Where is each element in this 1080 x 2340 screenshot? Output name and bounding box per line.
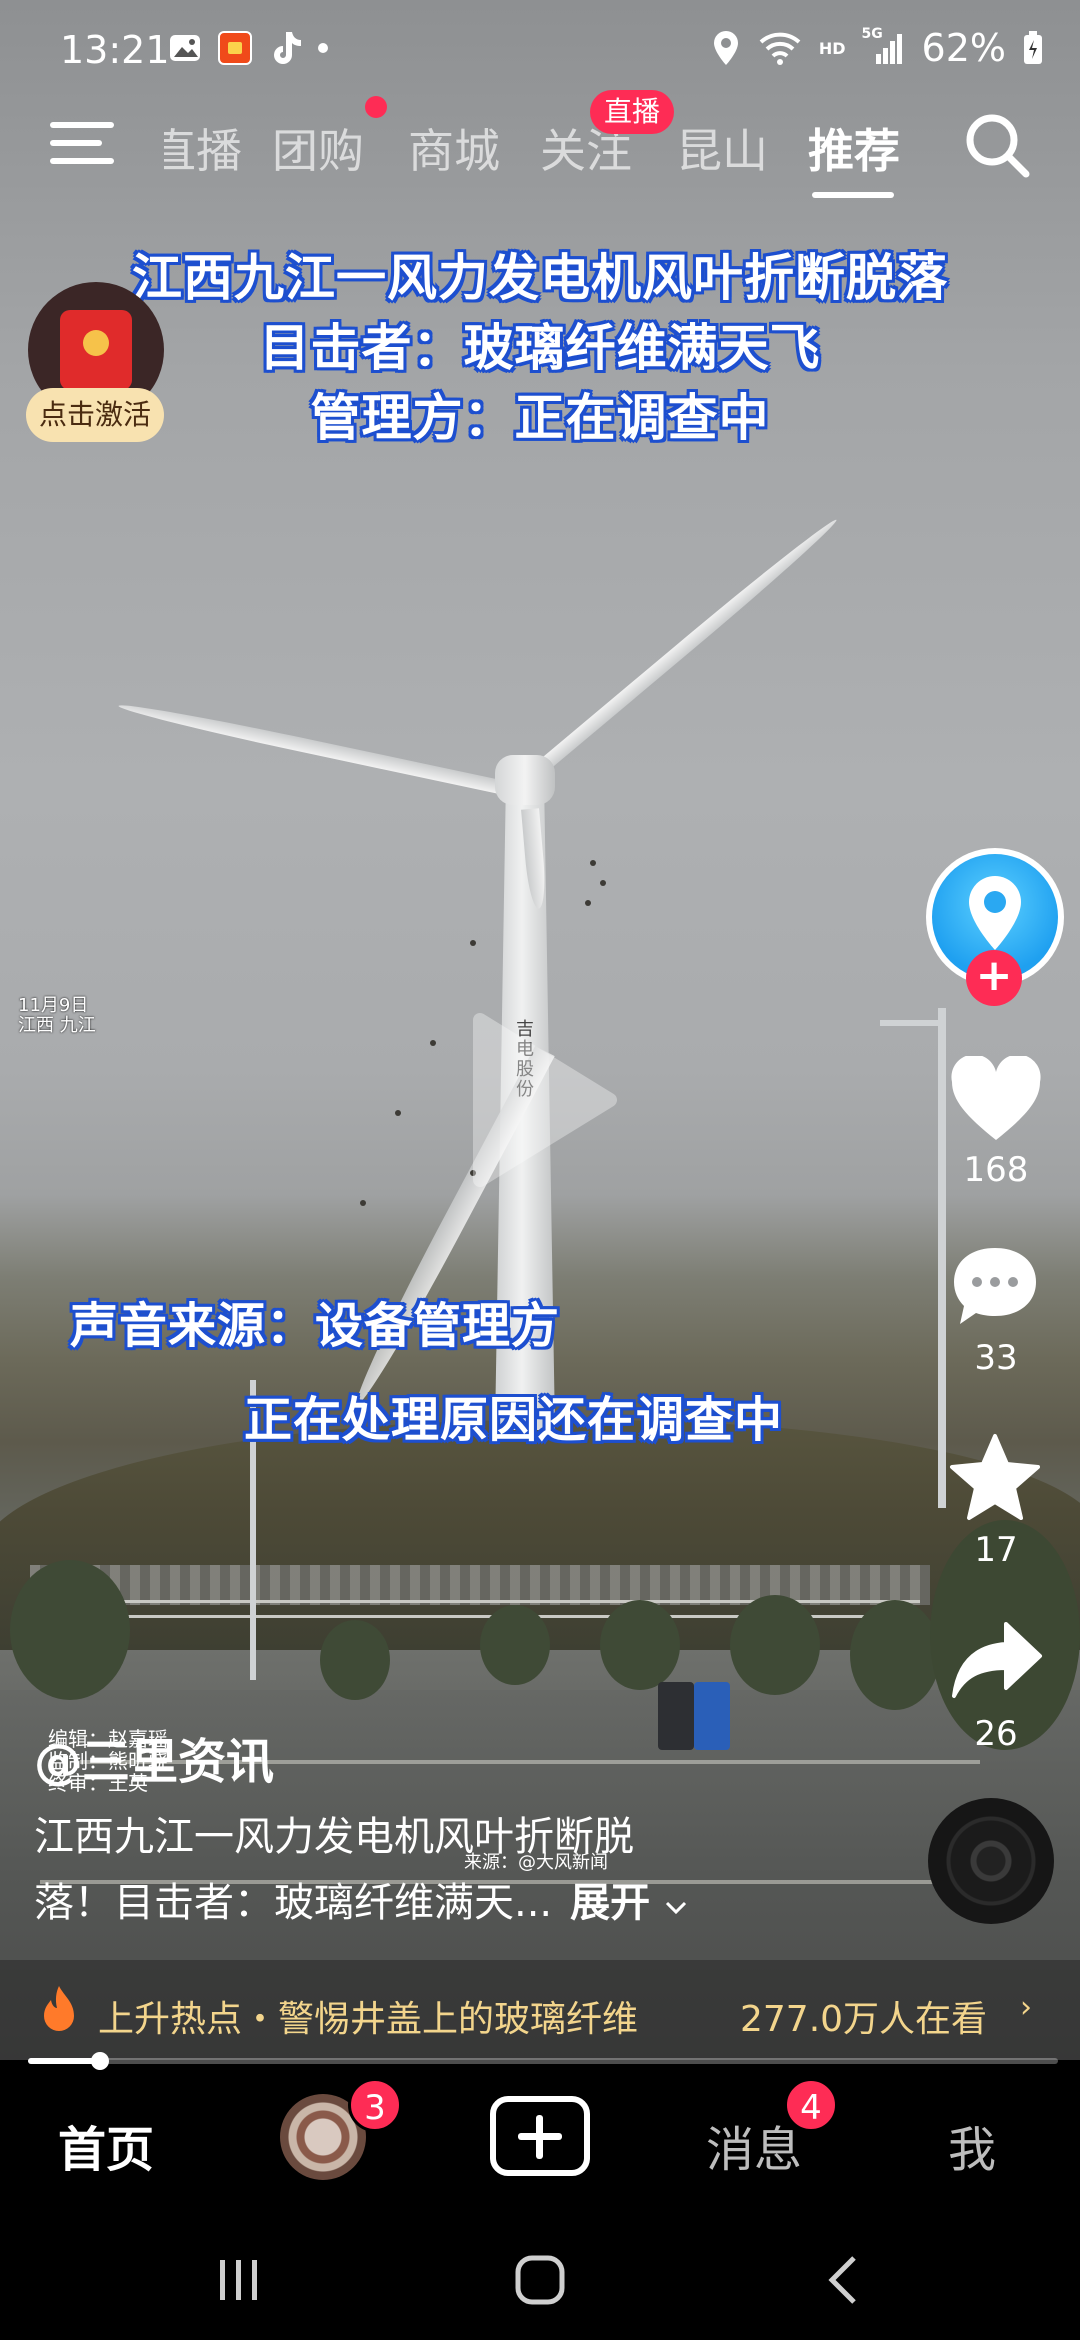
expand-label: 展开 — [570, 1880, 651, 1926]
progress-fill — [28, 2058, 101, 2064]
description-line-2-row: 落！目击者：玻璃纤维满天... 展开 — [34, 1870, 688, 1928]
nav-me[interactable]: 我 — [948, 2110, 996, 2180]
credit-editor: 编辑：赵嘉瑶 — [48, 1727, 168, 1751]
dot-icon — [318, 43, 328, 53]
coin-icon — [83, 330, 109, 356]
street-lamp — [938, 1008, 946, 1508]
subtitle-1: 声音来源：设备管理方 — [70, 1298, 561, 1354]
trending-topic[interactable]: 上升热点・警惕井盖上的玻璃纤维 — [98, 1990, 638, 2042]
search-icon[interactable] — [962, 110, 1032, 180]
location-icon — [713, 31, 738, 65]
like-heart-icon[interactable] — [948, 1056, 1044, 1144]
tab-group-buy[interactable]: 团购 — [272, 115, 364, 181]
tree — [600, 1600, 680, 1690]
tree — [850, 1600, 940, 1710]
turbine-blade — [117, 699, 502, 794]
debris — [395, 1110, 401, 1116]
turbine-blade — [525, 514, 841, 783]
battery-percent: 62% — [921, 26, 1006, 70]
tab-recommended[interactable]: 推荐 — [808, 115, 900, 181]
tab-mall[interactable]: 商城 — [408, 115, 500, 181]
video-progress-bar[interactable] — [28, 2058, 1058, 2064]
debris — [430, 1040, 436, 1046]
hd-indicator: HD — [818, 38, 846, 58]
date-stamp-place: 江西 九江 — [18, 1015, 96, 1036]
trending-viewers: 277.0万人在看 — [740, 1999, 988, 2040]
live-badge: 直播 — [590, 90, 675, 134]
share-count: 26 — [974, 1714, 1018, 1754]
credit-producer: 监制：熊昕骁 — [48, 1749, 168, 1773]
activate-button[interactable]: 点击激活 — [26, 388, 164, 442]
tiktok-icon — [274, 32, 301, 64]
tab-notification-dot — [365, 96, 387, 118]
video-credits: 编辑：赵嘉瑶 监制：熊昕骁 终审：王英 — [48, 1728, 168, 1794]
favorite-star-icon[interactable] — [948, 1432, 1042, 1522]
retaining-wall — [30, 1565, 930, 1605]
date-stamp: 11月9日 江西 九江 — [18, 996, 96, 1036]
video-headline-line-1: 江西九江一风力发电机风叶折断脱落 — [132, 249, 948, 307]
tree — [320, 1620, 390, 1700]
debris — [360, 1200, 366, 1206]
nav-messages[interactable]: 消息 — [706, 2110, 802, 2180]
tree — [730, 1595, 820, 1695]
debris — [600, 880, 606, 886]
messages-badge: 4 — [784, 2078, 838, 2132]
app-notification-icon — [218, 31, 252, 65]
fire-icon — [44, 1986, 74, 2031]
street-lamp-arm — [880, 1020, 940, 1026]
system-nav-bar — [0, 2210, 1080, 2340]
description-line-2[interactable]: 落！目击者：玻璃纤维满天... — [34, 1870, 552, 1928]
battery-icon — [1024, 31, 1042, 64]
friends-badge: 3 — [348, 2078, 402, 2132]
tab-local[interactable]: 昆山 — [676, 115, 768, 181]
debris — [590, 860, 596, 866]
credit-reviewer: 终审：王英 — [48, 1771, 148, 1795]
comment-icon[interactable] — [950, 1244, 1040, 1328]
favorite-count: 17 — [974, 1530, 1018, 1570]
debris — [585, 900, 591, 906]
tree — [480, 1605, 550, 1685]
wifi-icon — [759, 32, 801, 65]
chevron-right-icon[interactable]: › — [1020, 1990, 1032, 2025]
recycle-bin — [694, 1682, 730, 1750]
follow-button[interactable]: + — [966, 950, 1022, 1006]
expand-button[interactable]: 展开 — [570, 1870, 688, 1928]
status-bar: 13:21 HD 5G 62% — [0, 0, 1080, 100]
date-stamp-date: 11月9日 — [18, 995, 89, 1016]
like-count: 168 — [963, 1150, 1029, 1190]
back-icon[interactable] — [824, 2254, 860, 2306]
comment-count: 33 — [974, 1338, 1018, 1378]
subtitle-2: 正在处理原因还在调查中 — [244, 1392, 784, 1448]
debris — [470, 940, 476, 946]
tree — [10, 1560, 130, 1700]
create-post-button[interactable] — [490, 2096, 590, 2176]
clock: 13:21 — [60, 28, 170, 72]
menu-icon[interactable] — [50, 122, 114, 168]
signal-icon: 5G — [862, 26, 906, 66]
play-icon[interactable] — [470, 1010, 620, 1190]
recent-apps-icon[interactable] — [214, 2258, 264, 2302]
chevron-down-icon — [666, 1901, 687, 1915]
music-disc-icon[interactable] — [928, 1798, 1054, 1924]
trash-bin — [658, 1682, 694, 1750]
nav-home[interactable]: 首页 — [58, 2110, 154, 2180]
active-tab-indicator — [812, 192, 894, 198]
share-icon[interactable] — [950, 1620, 1044, 1700]
turbine-hub — [495, 755, 555, 805]
progress-handle[interactable] — [91, 2052, 110, 2070]
home-icon[interactable] — [514, 2254, 566, 2306]
gallery-icon — [170, 35, 200, 61]
